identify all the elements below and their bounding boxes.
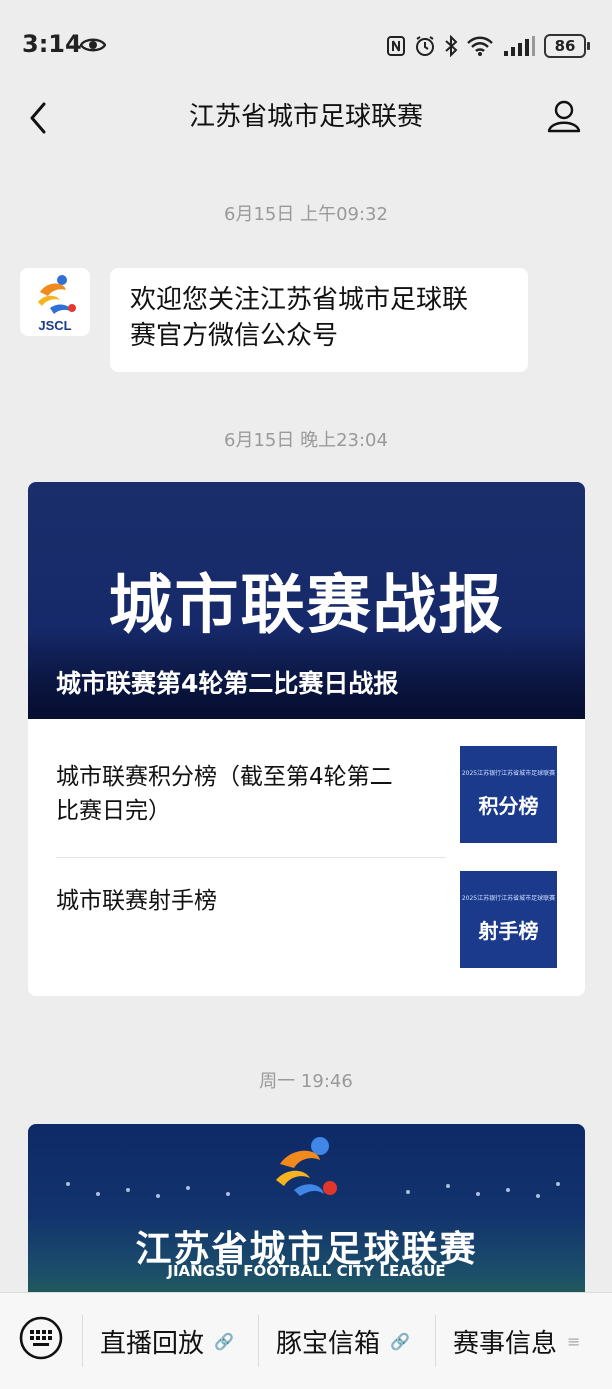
sub-article-standings[interactable]: 城市联赛积分榜（截至第4轮第二 比赛日完） 2025江苏银行江苏省城市足球联赛 … bbox=[28, 732, 585, 852]
eye-icon bbox=[80, 38, 106, 52]
battery-indicator: 86 bbox=[544, 34, 590, 58]
keyboard-icon[interactable] bbox=[18, 1315, 64, 1361]
svg-text:JSCL: JSCL bbox=[38, 318, 71, 333]
account-avatar[interactable]: JSCL bbox=[20, 268, 90, 336]
bluetooth-icon bbox=[445, 35, 458, 57]
article2-subtitle: JIANGSU FOOTBALL CITY LEAGUE bbox=[167, 1262, 446, 1280]
nav-bar: 江苏省城市足球联赛 bbox=[0, 88, 612, 154]
wifi-icon bbox=[467, 36, 493, 56]
menu-item-replay[interactable]: 直播回放 🔗 bbox=[100, 1311, 234, 1371]
sub-article-scorers[interactable]: 城市联赛射手榜 2025江苏银行江苏省城市足球联赛 射手榜 bbox=[28, 858, 585, 978]
standings-thumbnail: 2025江苏银行江苏省城市足球联赛 积分榜 bbox=[460, 746, 557, 843]
submenu-icon: ≡ bbox=[567, 1331, 581, 1351]
page-title: 江苏省城市足球联赛 bbox=[188, 102, 423, 132]
sub-article-title: 城市联赛射手榜 bbox=[56, 888, 217, 914]
message-timestamp: 6月15日 晚上23:04 bbox=[224, 430, 388, 451]
bottom-menu-bar: 直播回放 🔗 豚宝信箱 🔗 赛事信息 ≡ bbox=[0, 1292, 612, 1389]
signal-icon bbox=[504, 36, 535, 56]
link-icon: 🔗 bbox=[390, 1331, 410, 1351]
status-bar: 3:14 86 bbox=[0, 0, 612, 88]
league-logo-icon bbox=[276, 1137, 337, 1196]
menu-item-event-info[interactable]: 赛事信息 ≡ bbox=[453, 1311, 580, 1371]
welcome-message-bubble[interactable]: 欢迎您关注江苏省城市足球联 赛官方微信公众号 bbox=[110, 268, 528, 372]
profile-icon[interactable] bbox=[546, 98, 582, 134]
menu-item-mailbox[interactable]: 豚宝信箱 🔗 bbox=[276, 1311, 410, 1371]
message-timestamp: 周一 19:46 bbox=[259, 1071, 353, 1092]
article-card: 城市联赛战报 城市联赛第4轮第二比赛日战报 城市联赛积分榜（截至第4轮第二 比赛… bbox=[28, 482, 585, 996]
status-icons: 86 bbox=[386, 34, 590, 58]
link-icon: 🔗 bbox=[214, 1331, 234, 1351]
battery-level: 86 bbox=[544, 34, 586, 58]
status-time: 3:14 bbox=[22, 30, 82, 58]
alarm-icon bbox=[416, 36, 434, 56]
article-cover[interactable]: 城市联赛战报 城市联赛第4轮第二比赛日战报 bbox=[28, 482, 585, 719]
welcome-line: 赛官方微信公众号 bbox=[130, 321, 339, 351]
welcome-line: 欢迎您关注江苏省城市足球联 bbox=[130, 285, 469, 315]
nfc-icon bbox=[387, 36, 405, 56]
sub-article-title: 城市联赛积分榜（截至第4轮第二 比赛日完） bbox=[56, 764, 393, 824]
scorers-thumbnail: 2025江苏银行江苏省城市足球联赛 射手榜 bbox=[460, 871, 557, 968]
article-title: 城市联赛第4轮第二比赛日战报 bbox=[56, 669, 399, 698]
jscl-logo-icon: JSCL bbox=[38, 275, 76, 333]
message-timestamp: 6月15日 上午09:32 bbox=[224, 204, 388, 225]
